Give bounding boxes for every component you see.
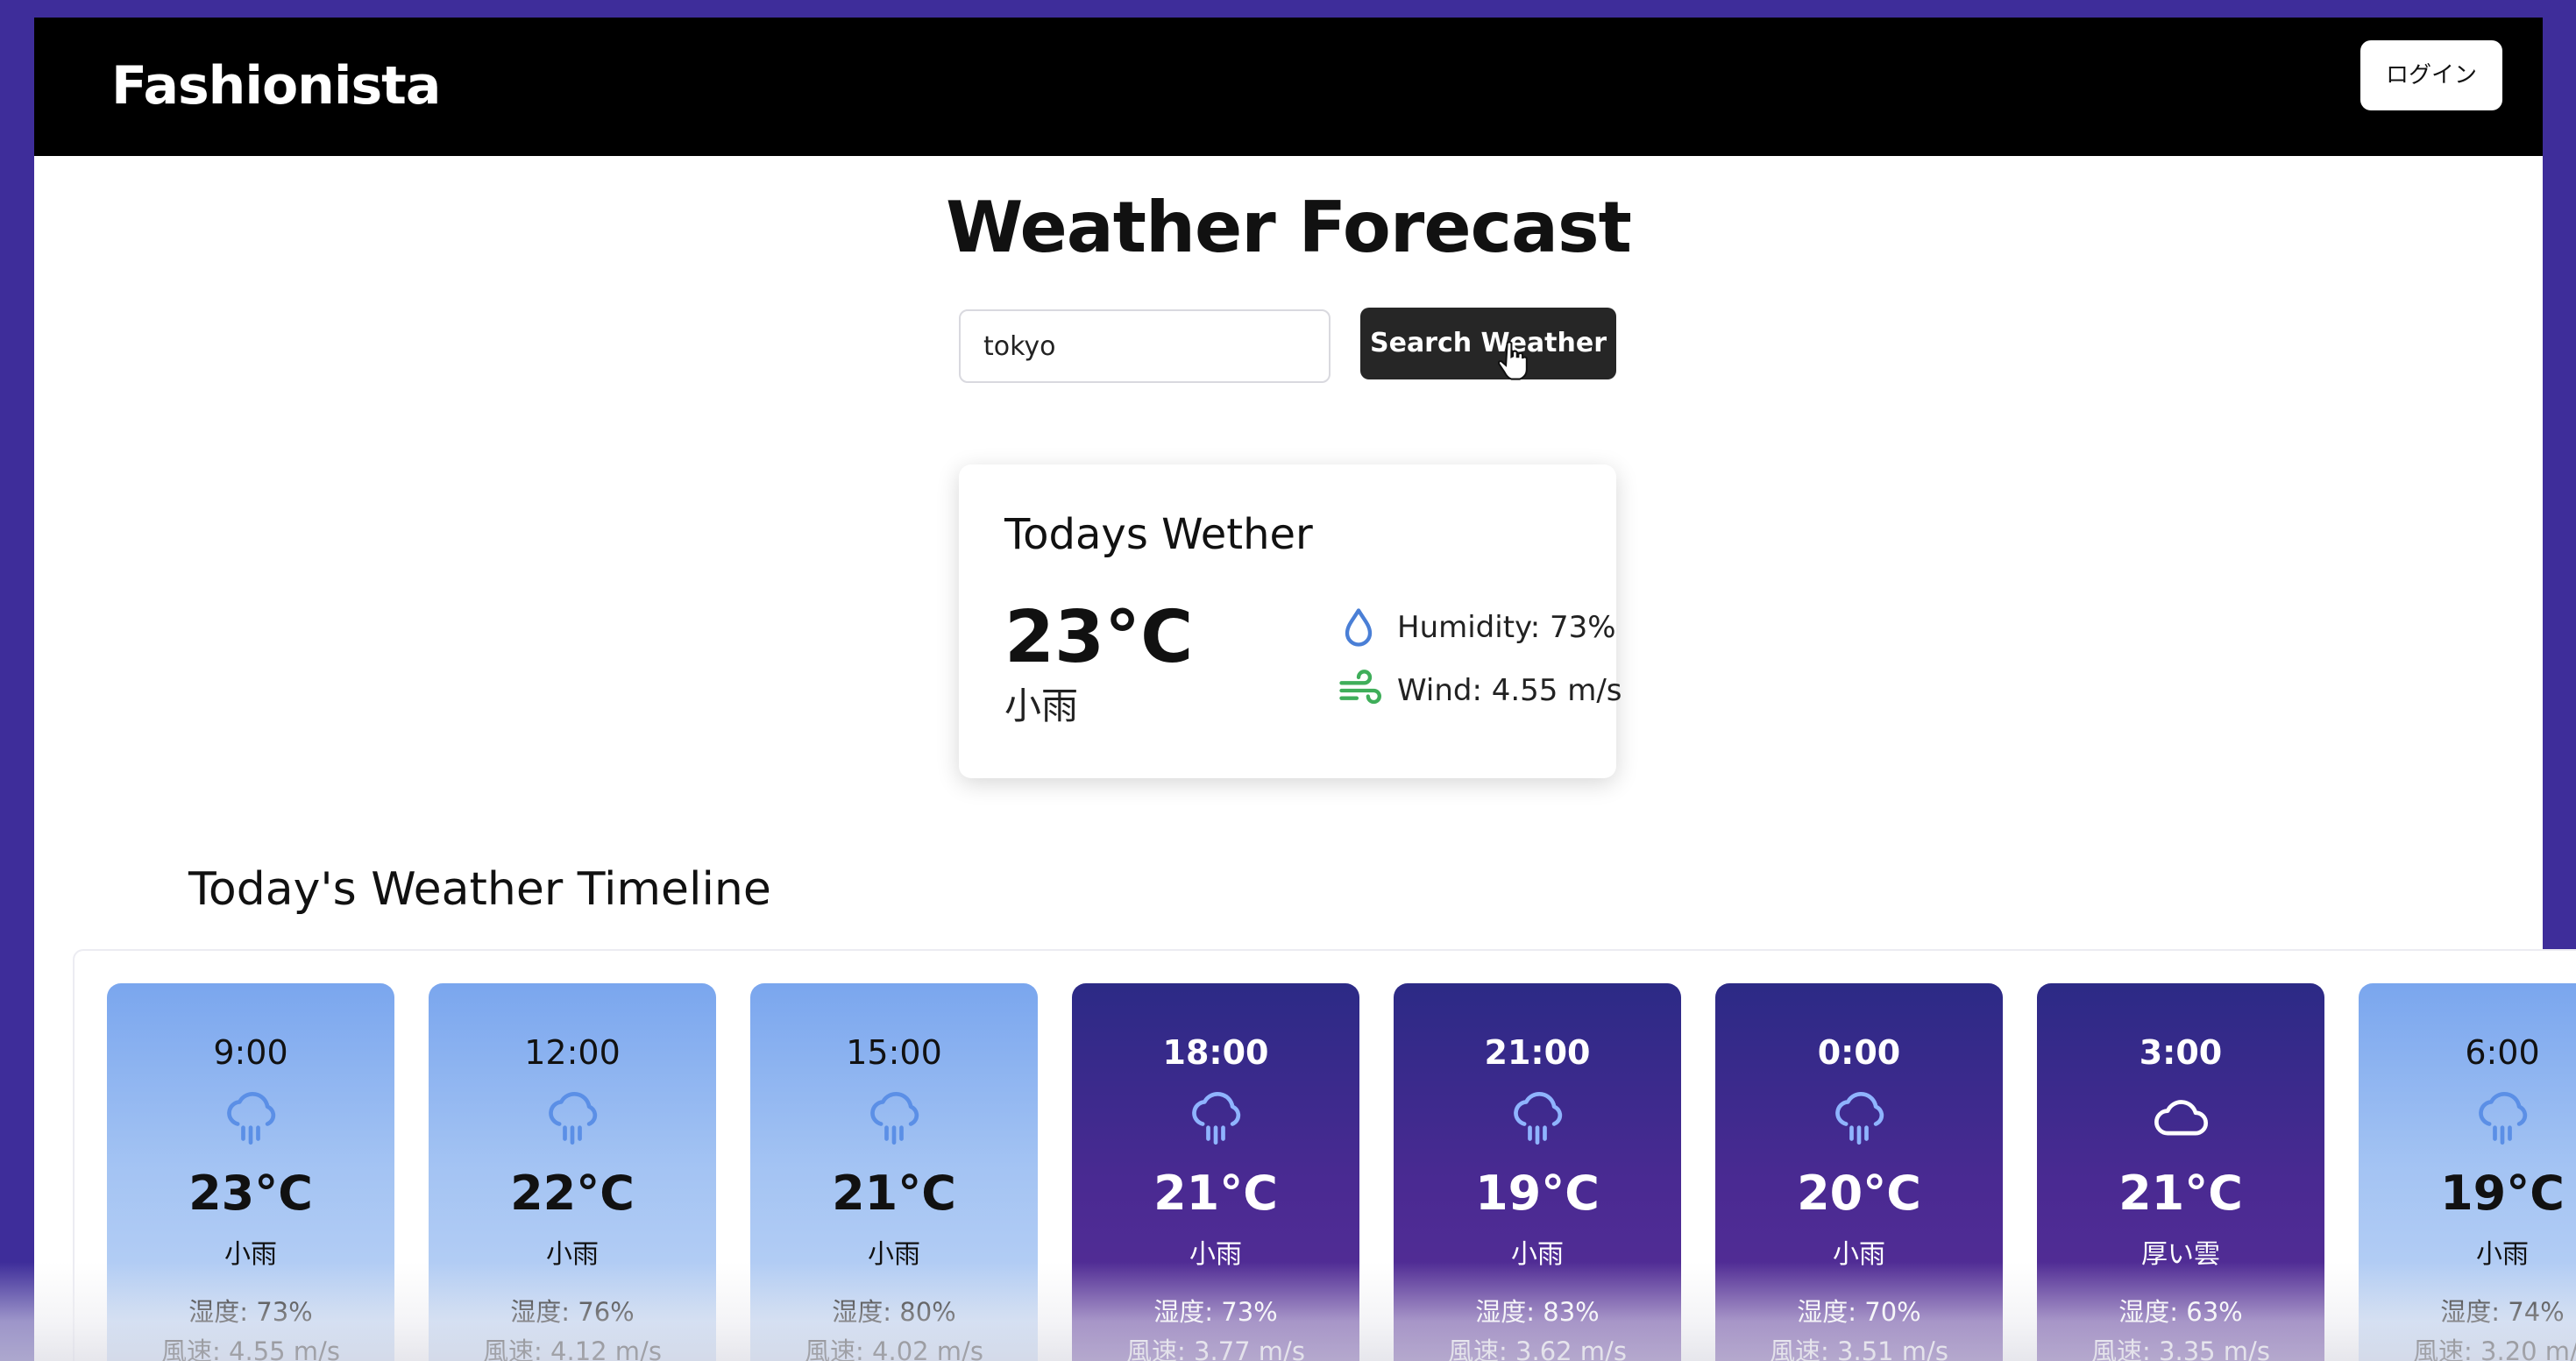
forecast-condition: 小雨 [546, 1239, 599, 1270]
hourly-forecast-card[interactable]: 21:00 19°C 小雨湿度: 83% 風速: 3.62 m/s [1394, 983, 1681, 1361]
forecast-condition: 小雨 [224, 1239, 277, 1270]
hourly-forecast-card[interactable]: 0:00 20°C 小雨湿度: 70% 風速: 3.51 m/s [1715, 983, 2003, 1361]
forecast-wind: 風速: 3.51 m/s [1770, 1336, 1948, 1361]
humidity-label: Humidity: 73% [1397, 610, 1616, 645]
forecast-time: 0:00 [1817, 1033, 1901, 1072]
forecast-temperature: 23°C [188, 1166, 313, 1221]
forecast-condition: 小雨 [1189, 1239, 1242, 1270]
hourly-forecast-card[interactable]: 15:00 21°C 小雨湿度: 80% 風速: 4.02 m/s [750, 983, 1038, 1361]
forecast-time: 6:00 [2465, 1033, 2540, 1072]
forecast-temperature: 21°C [832, 1166, 956, 1221]
forecast-time: 15:00 [846, 1033, 942, 1072]
forecast-temperature: 21°C [1153, 1166, 1278, 1221]
forecast-time: 3:00 [2139, 1033, 2223, 1072]
wind-icon [1339, 670, 1381, 705]
current-temperature: 23°C [1004, 596, 1194, 679]
wind-label: Wind: 4.55 m/s [1397, 673, 1622, 708]
forecast-humidity: 湿度: 76% [510, 1297, 635, 1327]
forecast-time: 18:00 [1162, 1033, 1269, 1072]
hourly-forecast-card[interactable]: 3:00 21°C 厚い雲湿度: 63% 風速: 3.35 m/s [2037, 983, 2324, 1361]
droplet-icon [1345, 608, 1373, 647]
cloud-rain-icon [543, 1087, 602, 1146]
login-button[interactable]: ログイン [2360, 40, 2502, 110]
cloud-icon [2151, 1087, 2211, 1146]
forecast-wind: 風速: 3.62 m/s [1448, 1336, 1627, 1361]
forecast-temperature: 21°C [2118, 1166, 2243, 1221]
forecast-condition: 小雨 [2476, 1239, 2529, 1270]
humidity-stat: Humidity: 73% [1336, 603, 1616, 652]
forecast-temperature: 19°C [1475, 1166, 1600, 1221]
forecast-time: 21:00 [1484, 1033, 1591, 1072]
brand-logo[interactable]: Fashionista [111, 42, 441, 130]
page-title: Weather Forecast [946, 187, 1632, 268]
forecast-temperature: 19°C [2440, 1166, 2565, 1221]
cloud-rain-icon [221, 1087, 280, 1146]
wind-stat: Wind: 4.55 m/s [1336, 666, 1622, 715]
forecast-wind: 風速: 3.35 m/s [2091, 1336, 2270, 1361]
hourly-forecast-card[interactable]: 18:00 21°C 小雨湿度: 73% 風速: 3.77 m/s [1072, 983, 1359, 1361]
forecast-temperature: 22°C [510, 1166, 635, 1221]
hourly-forecast-card[interactable]: 12:00 22°C 小雨湿度: 76% 風速: 4.12 m/s [429, 983, 716, 1361]
forecast-condition: 小雨 [1833, 1239, 1885, 1270]
forecast-humidity: 湿度: 63% [2118, 1297, 2243, 1327]
current-condition: 小雨 [1004, 684, 1079, 727]
forecast-time: 12:00 [524, 1033, 621, 1072]
forecast-wind: 風速: 4.55 m/s [161, 1336, 340, 1361]
forecast-condition: 小雨 [1511, 1239, 1564, 1270]
forecast-condition: 厚い雲 [2141, 1239, 2220, 1270]
hand-cursor-icon [1497, 341, 1528, 380]
timeline-title: Today's Weather Timeline [188, 863, 771, 916]
cloud-rain-icon [1508, 1087, 1567, 1146]
forecast-wind: 風速: 4.12 m/s [483, 1336, 662, 1361]
todays-weather-title: Todays Wether [1004, 510, 1313, 559]
forecast-wind: 風速: 3.77 m/s [1126, 1336, 1305, 1361]
forecast-humidity: 湿度: 73% [188, 1297, 313, 1327]
cloud-rain-icon [2473, 1087, 2532, 1146]
forecast-humidity: 湿度: 70% [1797, 1297, 1921, 1327]
cloud-rain-icon [1186, 1087, 1245, 1146]
cloud-rain-icon [1829, 1087, 1889, 1146]
forecast-condition: 小雨 [868, 1239, 920, 1270]
forecast-humidity: 湿度: 83% [1475, 1297, 1600, 1327]
todays-weather-card: Todays Wether 23°C 小雨 Humidity: 73% Wind… [959, 464, 1622, 778]
forecast-temperature: 20°C [1797, 1166, 1921, 1221]
forecast-humidity: 湿度: 74% [2440, 1297, 2565, 1327]
hourly-forecast-card[interactable]: 6:00 19°C 小雨湿度: 74% 風速: 3.20 m/s [2359, 983, 2576, 1361]
search-weather-button[interactable]: Search Weather [1360, 308, 1616, 379]
forecast-humidity: 湿度: 80% [832, 1297, 956, 1327]
city-search-input[interactable] [959, 309, 1331, 383]
forecast-time: 9:00 [213, 1033, 288, 1072]
hourly-forecast-card[interactable]: 9:00 23°C 小雨湿度: 73% 風速: 4.55 m/s [107, 983, 394, 1361]
forecast-wind: 風速: 3.20 m/s [2413, 1336, 2576, 1361]
navbar: Fashionista ログイン [34, 18, 2543, 156]
cloud-rain-icon [864, 1087, 924, 1146]
forecast-wind: 風速: 4.02 m/s [805, 1336, 983, 1361]
forecast-humidity: 湿度: 73% [1153, 1297, 1278, 1327]
